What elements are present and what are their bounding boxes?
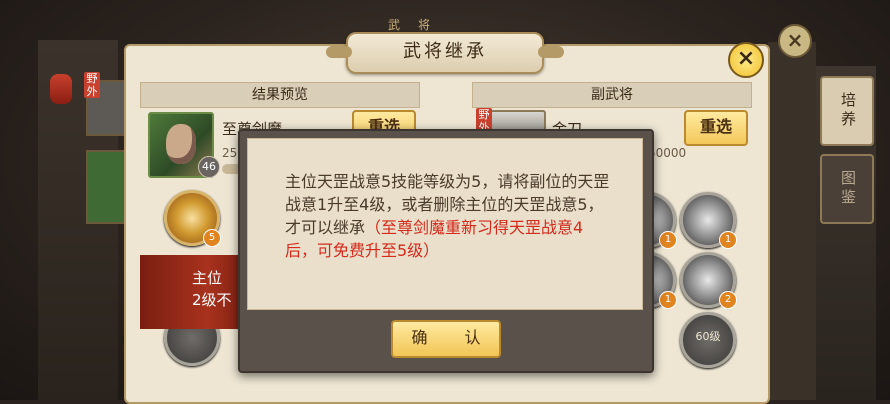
panel-title: 武将继承 [326, 32, 564, 74]
lantern-decoration [50, 74, 72, 104]
main-position-banner: 主位 2级不 [140, 255, 252, 329]
skill-level-badge: 1 [659, 291, 677, 309]
skill-level-badge: 5 [203, 229, 221, 247]
tab-train[interactable]: 培养 [820, 76, 874, 146]
skill-unlock-level: 60级 [695, 330, 721, 343]
background-hero-thumb [86, 150, 126, 224]
skill-taiji-icon[interactable]: 5 [164, 190, 221, 247]
hero-level-badge: 46 [198, 156, 220, 178]
skill-level-badge: 2 [719, 291, 737, 309]
skill-level-badge: 1 [719, 231, 737, 249]
background-close-icon[interactable]: × [778, 24, 812, 58]
skill-locked-icon[interactable]: 60级 [680, 312, 736, 368]
main-hero-power: 25 [222, 146, 238, 160]
tab-collection[interactable]: 图鉴 [820, 154, 874, 224]
reselect-secondary-button[interactable]: 重选 [684, 110, 748, 146]
skill-level-badge: 1 [659, 231, 677, 249]
close-button[interactable]: × [728, 42, 764, 78]
confirm-button[interactable]: 确 认 [391, 320, 501, 358]
background-wild-tag: 野外 [84, 72, 100, 98]
background-title: 武将 [388, 18, 449, 32]
background-right-strip [768, 42, 816, 400]
secondary-hero-header: 副武将 [472, 82, 752, 108]
skill-sword-icon[interactable]: 2 [680, 252, 737, 309]
dialog-message: 主位天罡战意5技能等级为5，请将副位的天罡战意1升至4级，或者删除主位的天罡战意… [285, 170, 615, 262]
result-preview-header: 结果预览 [140, 82, 420, 108]
skill-taiji-icon[interactable]: 1 [680, 192, 737, 249]
